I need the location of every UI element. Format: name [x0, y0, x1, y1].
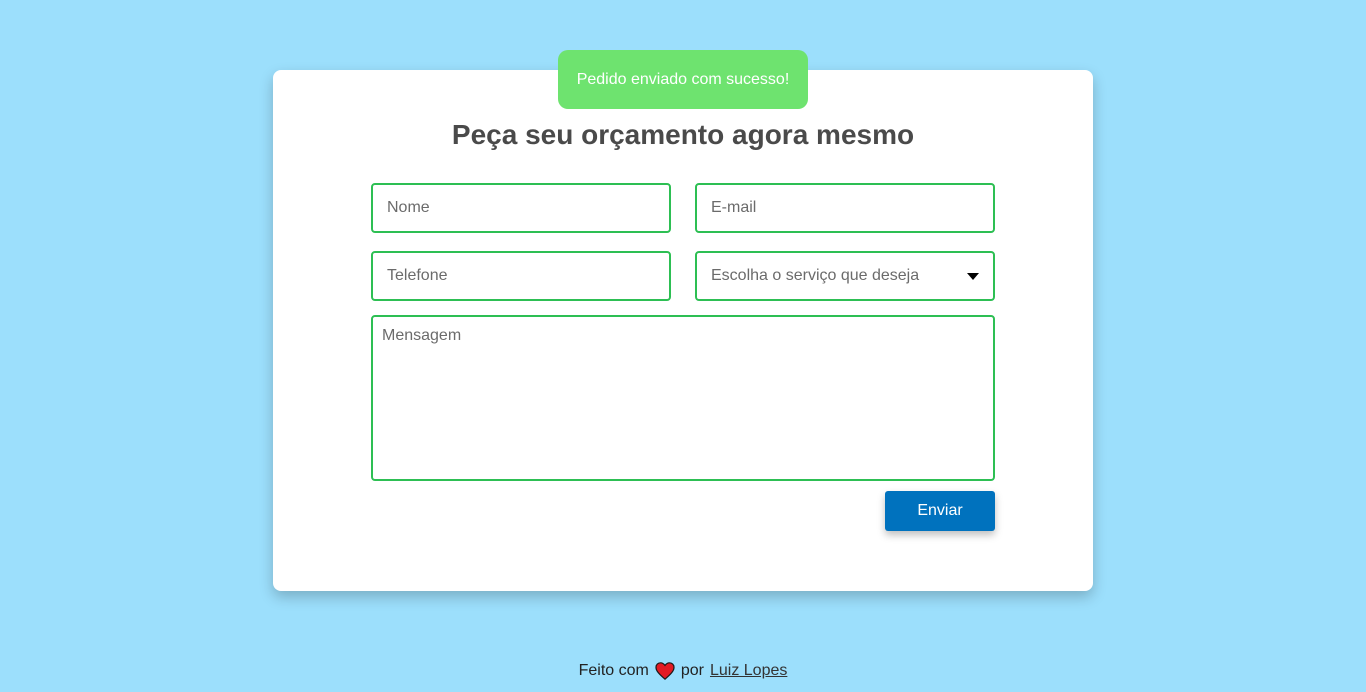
footer: Feito com por Luiz Lopes	[0, 662, 1366, 680]
email-placeholder: E-mail	[711, 199, 757, 216]
form-title: Peça seu orçamento agora mesmo	[451, 119, 915, 150]
name-placeholder: Nome	[387, 199, 430, 216]
success-toast: Pedido enviado com sucesso!	[558, 50, 808, 109]
phone-placeholder: Telefone	[387, 267, 448, 284]
message-placeholder: Mensagem	[382, 327, 462, 344]
author-link[interactable]: Luiz Lopes	[710, 662, 787, 680]
toast-message: Pedido enviado com sucesso!	[576, 70, 790, 88]
chevron-down-icon	[967, 272, 979, 280]
service-placeholder: Escolha o serviço que deseja	[711, 267, 920, 284]
service-select[interactable]: Escolha o serviço que deseja	[695, 251, 995, 301]
heart-icon	[655, 662, 675, 680]
phone-input[interactable]: Telefone	[371, 251, 671, 301]
footer-middle: por	[680, 662, 704, 679]
footer-prefix: Feito com	[578, 662, 649, 679]
page: Pedido enviado com sucesso! Peça seu orç…	[0, 0, 1366, 692]
message-textarea[interactable]: Mensagem	[371, 315, 995, 481]
submit-label: Enviar	[917, 502, 963, 519]
submit-button[interactable]: Enviar	[885, 491, 995, 531]
name-input[interactable]: Nome	[371, 183, 671, 233]
email-input[interactable]: E-mail	[695, 183, 995, 233]
